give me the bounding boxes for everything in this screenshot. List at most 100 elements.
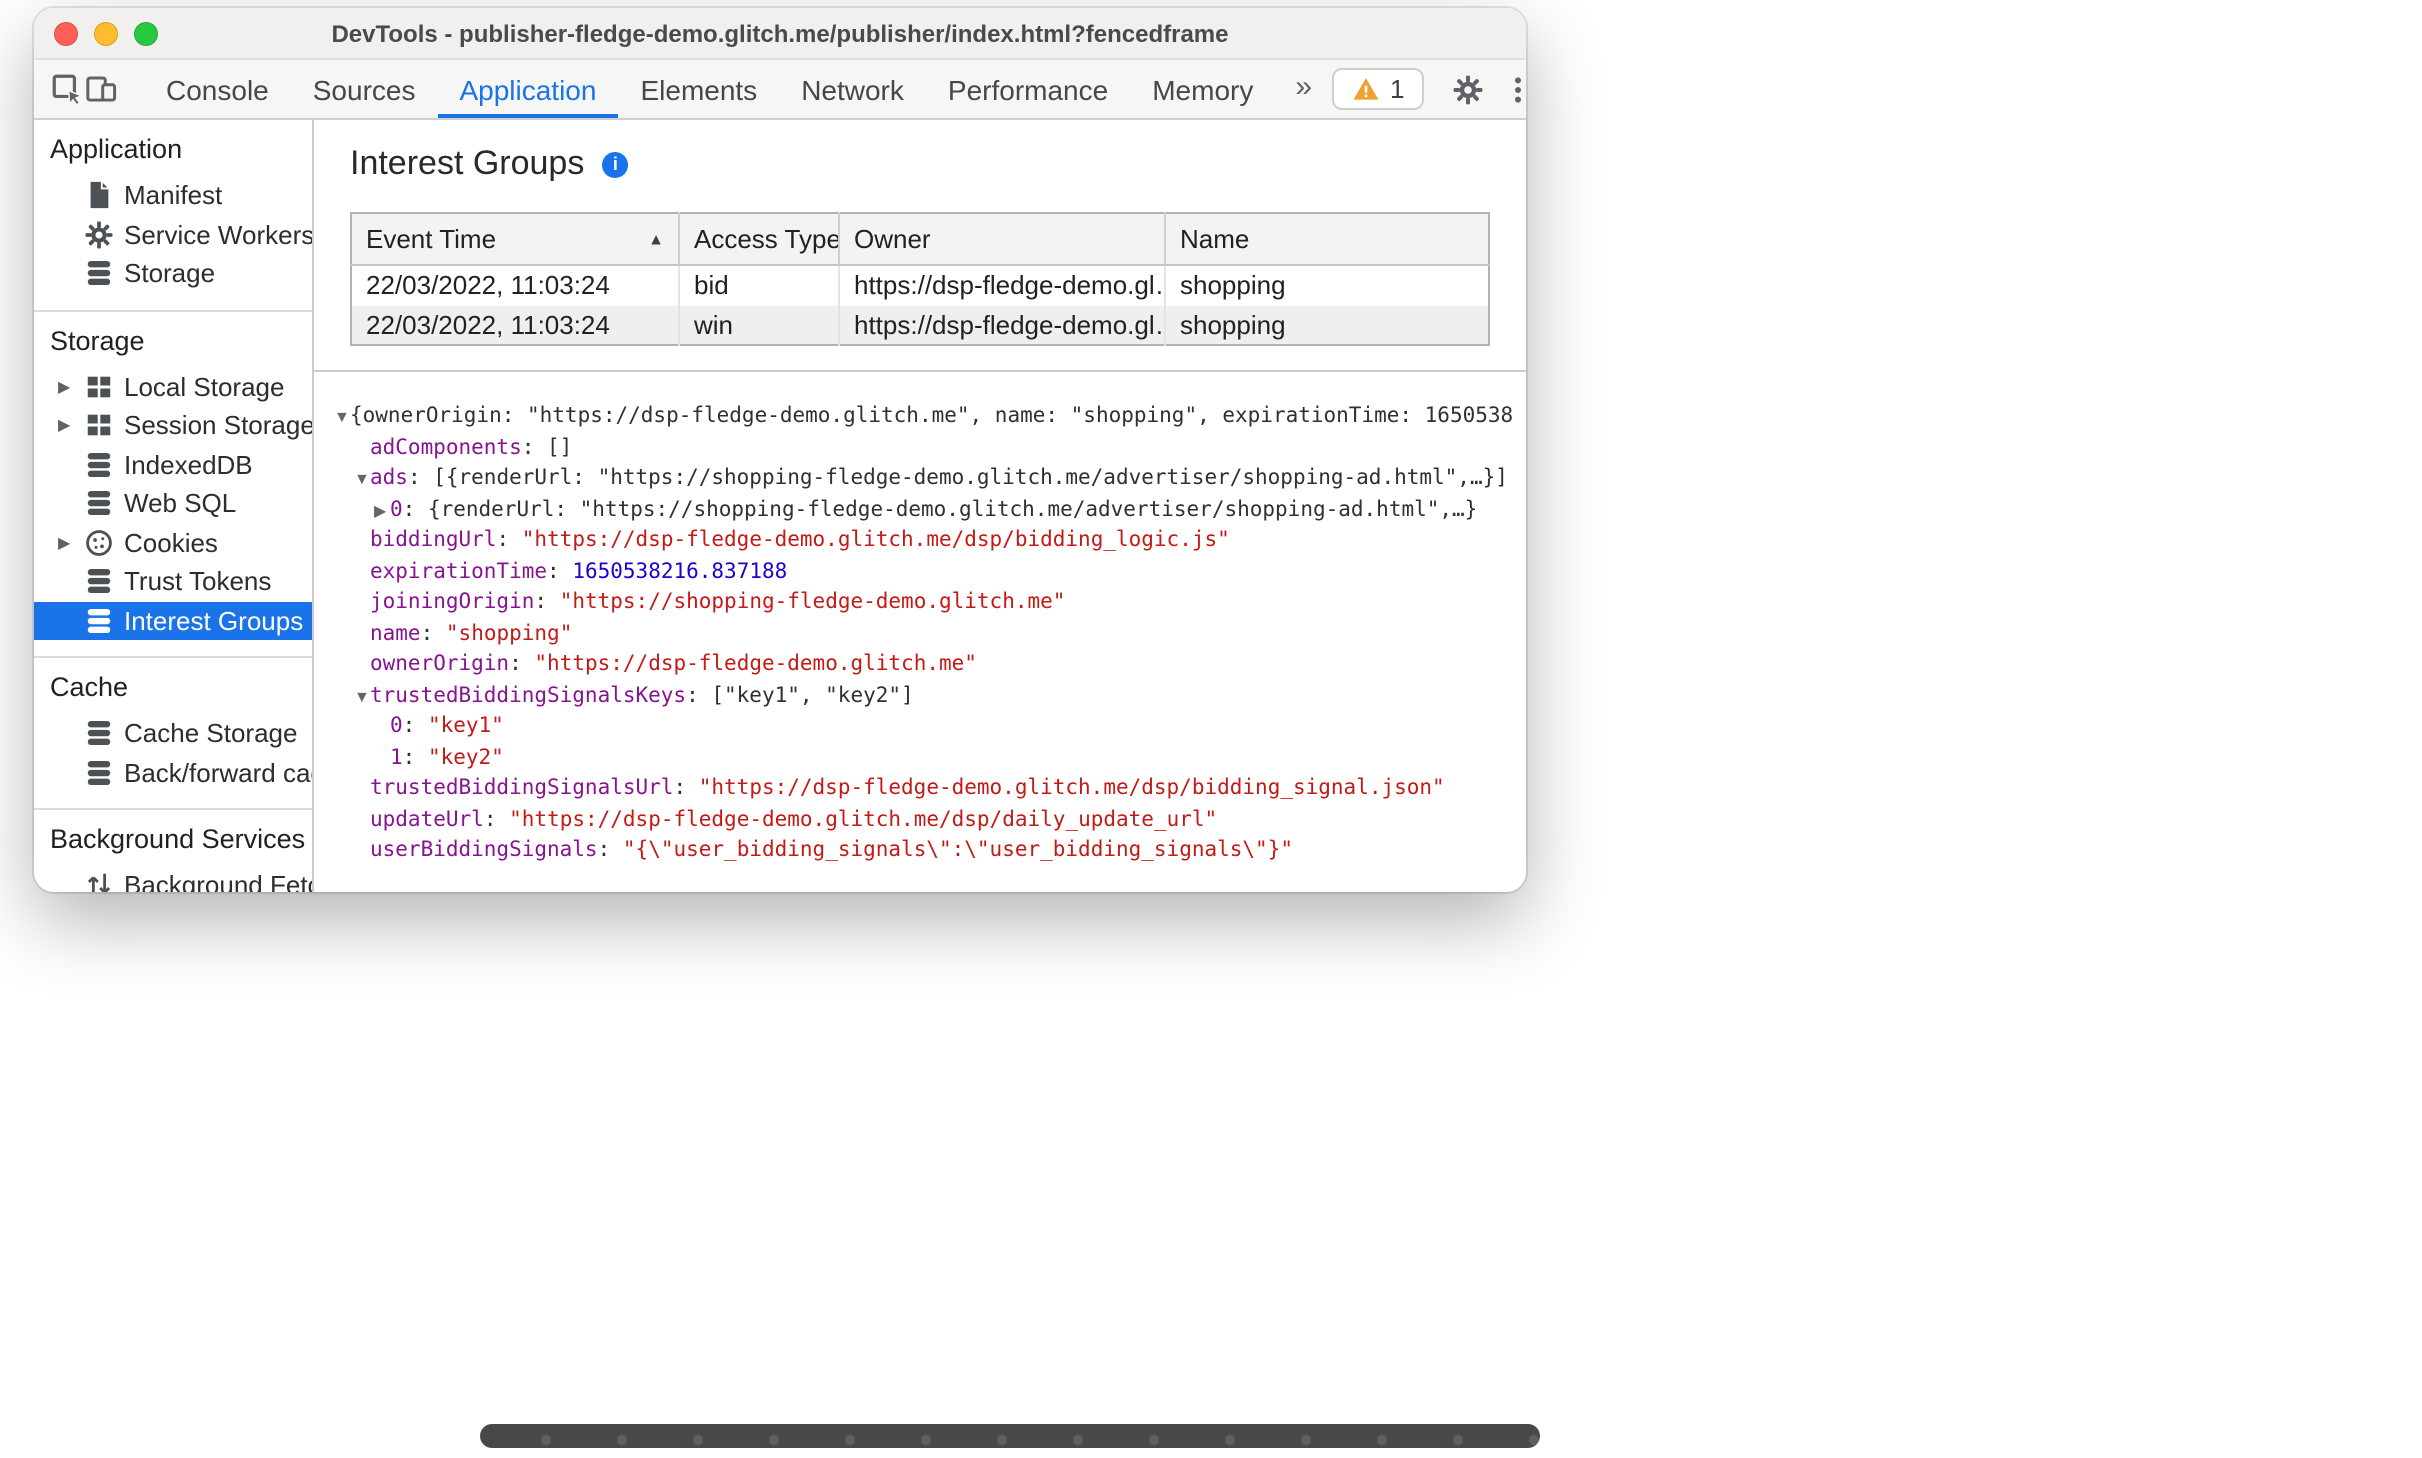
devtools-toolbar: Console Sources Application Elements Network…: [34, 60, 1526, 120]
table-grid-icon: [84, 372, 114, 402]
sidebar-item-label: Session Storage: [124, 410, 314, 441]
tree-token-string: "https://dsp-fledge-demo.glitch.me/dsp/d…: [509, 807, 1218, 831]
sidebar-item-storage[interactable]: Storage: [34, 254, 312, 293]
sidebar-item-label: Trust Tokens: [124, 566, 272, 597]
tree-line: 1: "key2": [314, 743, 1526, 774]
database-icon: [84, 719, 114, 749]
tab-console[interactable]: Console: [144, 60, 291, 118]
collapse-triangle-icon[interactable]: ▼: [334, 402, 350, 433]
tree-token-key: 0: [390, 714, 403, 738]
events-table-head: Event Time ▲ Access Type Owner Name: [351, 213, 1489, 266]
tree-line: name: "shopping": [314, 619, 1526, 650]
table-row[interactable]: 22/03/2022, 11:03:24 win https://dsp-fledg…: [351, 305, 1489, 345]
tree-token-key: ownerOrigin: [370, 652, 510, 676]
sidebar-item-service-workers[interactable]: Service Workers: [34, 215, 312, 254]
tree-token-plain: {ownerOrigin: "https://dsp-fledge-demo.g…: [350, 404, 1514, 428]
sidebar-item-session-storage[interactable]: ▶ Session Storage: [34, 406, 312, 445]
column-header-label: Access Type: [694, 224, 839, 254]
tree-token-string: "key2": [427, 745, 504, 769]
tab-application[interactable]: Application: [437, 60, 618, 118]
sidebar-item-label: Web SQL: [124, 488, 237, 519]
tab-performance[interactable]: Performance: [926, 60, 1130, 118]
sidebar-item-cache-storage[interactable]: Cache Storage: [34, 714, 312, 753]
tree-token-key: userBiddingSignals: [370, 838, 598, 862]
tab-memory[interactable]: Memory: [1130, 60, 1275, 118]
database-icon: [84, 450, 114, 480]
sidebar-item-trust-tokens[interactable]: Trust Tokens: [34, 562, 312, 601]
more-tabs-button[interactable]: »: [1275, 70, 1332, 108]
tab-elements[interactable]: Elements: [618, 60, 779, 118]
sidebar-item-back-forward-cach[interactable]: Back/forward cach: [34, 753, 312, 792]
gear-icon: [1453, 74, 1482, 104]
sidebar-section-storage: Storage ▶ Local Storage ▶ Session Storage Ind…: [34, 309, 312, 656]
sidebar-item-web-sql[interactable]: Web SQL: [34, 484, 312, 523]
sidebar-item-local-storage[interactable]: ▶ Local Storage: [34, 367, 312, 406]
warning-count: 1: [1390, 74, 1405, 104]
tree-line: updateUrl: "https://dsp-fledge-demo.glit…: [314, 805, 1526, 836]
tab-sources[interactable]: Sources: [291, 60, 438, 118]
tree-token-key: trustedBiddingSignalsUrl: [370, 776, 674, 800]
cell-event-time: 22/03/2022, 11:03:24: [351, 265, 680, 305]
cell-text: bid: [694, 270, 729, 301]
column-header-name[interactable]: Name: [1165, 213, 1489, 266]
expand-triangle-icon[interactable]: ▶: [58, 417, 84, 435]
dock-strip: [480, 1424, 1540, 1448]
application-sidebar: Application Manifest Service Workers Storag…: [34, 120, 314, 892]
desktop: DevTools - publisher-fledge-demo.glitch.…: [0, 0, 2422, 1458]
cell-text: win: [694, 309, 734, 340]
collapse-triangle-icon[interactable]: ▼: [354, 681, 370, 712]
tree-line: expirationTime: 1650538216.837188: [314, 557, 1526, 588]
events-table: Event Time ▲ Access Type Owner Name 22/03/20…: [350, 212, 1490, 346]
sidebar-item-background-fetch[interactable]: Background Fetch: [34, 866, 312, 892]
column-header-label: Owner: [854, 224, 931, 254]
table-row[interactable]: 22/03/2022, 11:03:24 bid https://dsp-fledg…: [351, 265, 1489, 305]
tab-network[interactable]: Network: [779, 60, 926, 118]
sidebar-item-label: Manifest: [124, 180, 223, 211]
kebab-menu-icon: [1514, 76, 1521, 102]
tree-line: adComponents: []: [314, 433, 1526, 464]
expand-triangle-icon[interactable]: ▶: [374, 495, 390, 526]
events-table-body: 22/03/2022, 11:03:24 bid https://dsp-fledg…: [351, 265, 1489, 345]
cookie-icon: [84, 528, 114, 558]
zoom-window-button[interactable]: [134, 21, 158, 45]
column-header-access-type[interactable]: Access Type: [679, 213, 840, 266]
sidebar-section-title: Background Services: [50, 824, 306, 854]
tree-token-key: biddingUrl: [370, 528, 497, 552]
manifest-file-icon: [84, 181, 114, 211]
sidebar-item-label: Interest Groups: [124, 605, 304, 636]
events-table-header-row: Event Time ▲ Access Type Owner Name: [351, 213, 1489, 266]
sidebar-section-title: Storage: [50, 325, 145, 355]
sidebar-item-label: Service Workers: [124, 219, 314, 250]
column-header-event-time[interactable]: Event Time ▲: [351, 213, 680, 266]
gear-icon: [84, 220, 114, 250]
column-header-owner[interactable]: Owner: [839, 213, 1166, 266]
settings-button[interactable]: [1443, 59, 1493, 119]
tree-token-plain: :: [402, 714, 428, 738]
table-grid-icon: [84, 411, 114, 441]
cell-text: https://dsp-fledge-demo.gl…: [854, 309, 1165, 340]
more-options-button[interactable]: [1493, 59, 1527, 119]
tree-line: ▼ads: [{renderUrl: "https://shopping-fle…: [314, 464, 1526, 495]
tree-token-string: "key1": [427, 714, 504, 738]
cell-access-type: bid: [679, 265, 840, 305]
sidebar-item-interest-groups[interactable]: Interest Groups: [34, 601, 312, 640]
info-icon[interactable]: i: [602, 151, 629, 177]
device-toolbar-icon: [86, 76, 117, 102]
sidebar-item-label: IndexedDB: [124, 449, 253, 480]
minimize-window-button[interactable]: [94, 21, 118, 45]
tree-line: ▼trustedBiddingSignalsKeys: ["key1", "ke…: [314, 681, 1526, 712]
tree-token-plain: : []: [521, 435, 573, 459]
expand-triangle-icon[interactable]: ▶: [58, 378, 84, 396]
device-toolbar-button[interactable]: [84, 60, 118, 118]
collapse-triangle-icon[interactable]: ▼: [354, 464, 370, 495]
inspect-element-button[interactable]: [50, 60, 84, 118]
expand-triangle-icon[interactable]: ▶: [58, 534, 84, 552]
warning-triangle-icon: [1353, 78, 1379, 100]
cell-name: shopping: [1165, 305, 1489, 345]
sidebar-item-indexeddb[interactable]: IndexedDB: [34, 445, 312, 484]
sidebar-item-cookies[interactable]: ▶ Cookies: [34, 523, 312, 562]
sidebar-item-manifest[interactable]: Manifest: [34, 176, 312, 215]
issues-warning-button[interactable]: 1: [1332, 68, 1425, 110]
close-window-button[interactable]: [54, 21, 78, 45]
tree-token-plain: :: [496, 528, 522, 552]
